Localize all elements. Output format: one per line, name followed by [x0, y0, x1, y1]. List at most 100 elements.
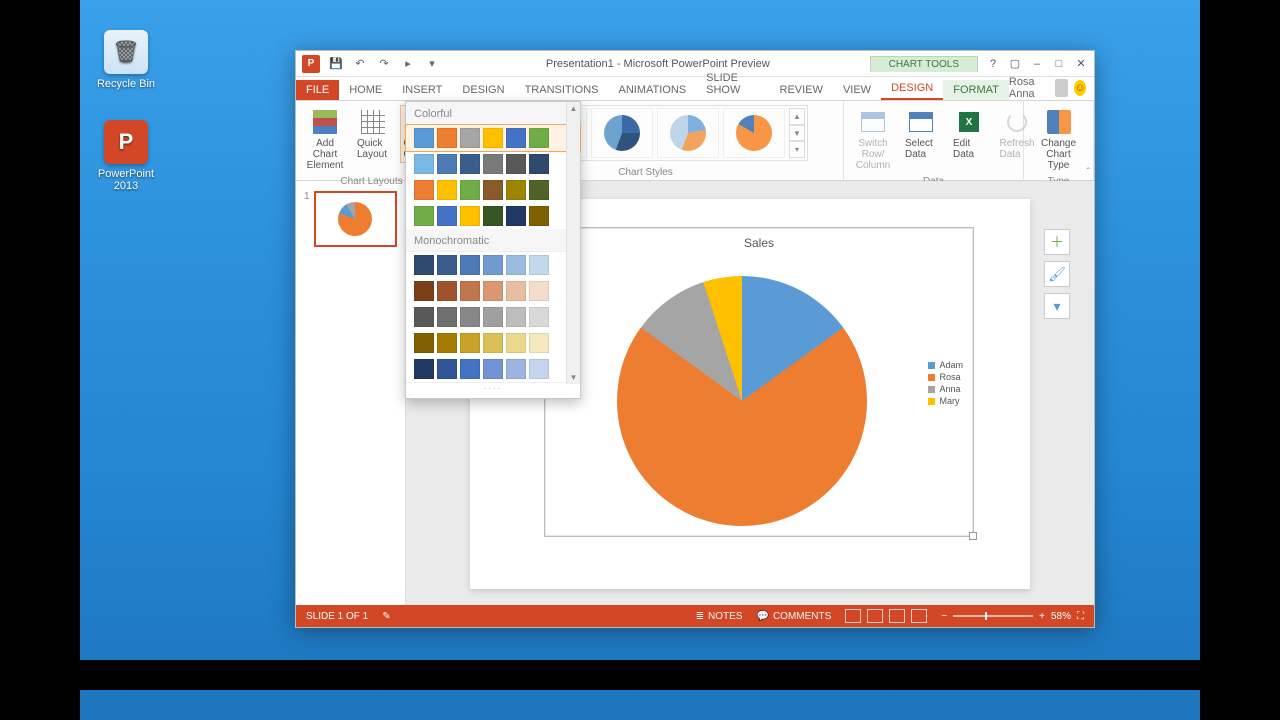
chart-styles-button[interactable]: 🖌	[1044, 261, 1070, 287]
change-type-label: Change Chart Type	[1037, 138, 1080, 171]
color-swatch	[483, 333, 503, 353]
chart-style-3[interactable]	[591, 108, 653, 158]
fit-to-window-icon[interactable]: ⛶	[1077, 611, 1084, 622]
color-swatch	[460, 307, 480, 327]
change-colors-dropdown: Colorful Monochromatic ···· ▲ ▼	[405, 101, 581, 399]
zoom-slider[interactable]	[953, 615, 1033, 617]
color-scheme-option[interactable]	[406, 125, 580, 151]
tab-chart-design[interactable]: DESIGN	[881, 78, 943, 100]
gallery-expand-icon[interactable]: ▾	[789, 141, 805, 158]
reading-view-icon[interactable]	[889, 609, 905, 623]
slide-thumbnail-1[interactable]	[314, 191, 397, 247]
color-swatch	[460, 180, 480, 200]
tab-home[interactable]: HOME	[339, 80, 392, 100]
color-scheme-option[interactable]	[406, 356, 580, 382]
avatar[interactable]	[1055, 79, 1068, 97]
recycle-label: Recycle Bin	[86, 78, 166, 90]
quick-layout-button[interactable]: Quick Layout	[352, 105, 394, 163]
color-swatch	[414, 307, 434, 327]
change-chart-type-button[interactable]: Change Chart Type	[1032, 105, 1085, 174]
color-swatch	[437, 154, 457, 174]
tab-animations[interactable]: ANIMATIONS	[609, 80, 697, 100]
status-spellcheck-icon[interactable]: ✎	[382, 611, 390, 622]
color-swatch	[460, 281, 480, 301]
color-scheme-option[interactable]	[406, 203, 580, 229]
ppt-shortcut-label: PowerPoint 2013	[86, 168, 166, 192]
color-scheme-option[interactable]	[406, 304, 580, 330]
tab-file[interactable]: FILE	[296, 80, 339, 100]
context-tab-header: CHART TOOLS	[870, 56, 978, 72]
color-scheme-option[interactable]	[406, 252, 580, 278]
color-swatch	[414, 180, 434, 200]
qat-save-icon[interactable]: 💾	[328, 56, 344, 72]
qat-undo-icon[interactable]: ↶	[352, 56, 368, 72]
gallery-scroll-up-icon[interactable]: ▲	[789, 108, 805, 125]
notes-button[interactable]: ≣ NOTES	[696, 611, 743, 622]
ribbon: Add Chart Element Quick Layout Change Co…	[296, 101, 1094, 181]
ribbon-options-icon[interactable]: ▢	[1006, 56, 1024, 72]
palette-resize-grip[interactable]: ····	[406, 382, 580, 394]
tab-transitions[interactable]: TRANSITIONS	[515, 80, 609, 100]
help-icon[interactable]: ?	[984, 56, 1002, 72]
switch-row-column-button[interactable]: Switch Row/ Column	[852, 105, 894, 174]
normal-view-icon[interactable]	[845, 609, 861, 623]
color-scheme-option[interactable]	[406, 177, 580, 203]
close-icon[interactable]: ✕	[1072, 56, 1090, 72]
chart-filters-button[interactable]: ▾	[1044, 293, 1070, 319]
slideshow-view-icon[interactable]	[911, 609, 927, 623]
color-swatch	[437, 180, 457, 200]
zoom-level: 58%	[1051, 611, 1071, 622]
color-scheme-option[interactable]	[406, 151, 580, 177]
maximize-icon[interactable]: □	[1050, 56, 1068, 72]
select-data-label: Select Data	[905, 138, 937, 160]
tab-view[interactable]: VIEW	[833, 80, 881, 100]
chart-elements-button[interactable]: ＋	[1044, 229, 1070, 255]
chart-object[interactable]: Sales AdamRosaAnnaMary	[544, 227, 974, 537]
color-swatch	[529, 333, 549, 353]
color-swatch	[414, 359, 434, 379]
color-swatch	[483, 206, 503, 226]
chart-title: Sales	[545, 228, 973, 250]
color-swatch	[529, 255, 549, 275]
palette-scroll-up-icon[interactable]: ▲	[567, 102, 580, 115]
zoom-out-icon[interactable]: −	[941, 611, 947, 622]
tab-design-main[interactable]: DESIGN	[452, 80, 514, 100]
palette-scroll-down-icon[interactable]: ▼	[567, 371, 580, 384]
legend-label: Mary	[939, 396, 959, 406]
select-data-button[interactable]: Select Data	[900, 105, 942, 163]
qat-start-show-icon[interactable]: ▸	[400, 56, 416, 72]
switch-icon	[861, 112, 885, 132]
color-swatch	[483, 307, 503, 327]
comments-button[interactable]: 💬 COMMENTS	[757, 611, 832, 622]
legend-item: Anna	[928, 384, 963, 394]
color-swatch	[529, 206, 549, 226]
tab-insert[interactable]: INSERT	[392, 80, 452, 100]
qat-redo-icon[interactable]: ↷	[376, 56, 392, 72]
color-swatch	[506, 128, 526, 148]
chart-style-4[interactable]	[657, 108, 719, 158]
legend-item: Adam	[928, 360, 963, 370]
color-swatch	[506, 359, 526, 379]
minimize-icon[interactable]: –	[1028, 56, 1046, 72]
color-swatch	[437, 333, 457, 353]
tab-review[interactable]: REVIEW	[770, 80, 833, 100]
desktop-recycle-bin[interactable]: 🗑 Recycle Bin	[86, 30, 166, 90]
color-scheme-option[interactable]	[406, 330, 580, 356]
tab-chart-format[interactable]: FORMAT	[943, 80, 1009, 100]
feedback-icon[interactable]: ☺	[1074, 80, 1086, 96]
ribbon-collapse-icon[interactable]: ˆ	[1087, 167, 1090, 178]
legend-item: Mary	[928, 396, 963, 406]
gallery-scroll-down-icon[interactable]: ▼	[789, 125, 805, 142]
status-bar: SLIDE 1 OF 1 ✎ ≣ NOTES 💬 COMMENTS − + 58…	[296, 605, 1094, 627]
desktop-powerpoint-shortcut[interactable]: P PowerPoint 2013	[86, 120, 166, 192]
change-type-icon	[1047, 110, 1071, 134]
qat-customize-icon[interactable]: ▾	[424, 56, 440, 72]
edit-data-button[interactable]: X Edit Data	[948, 105, 990, 163]
bar-chart-icon	[313, 110, 337, 134]
chart-style-5[interactable]	[723, 108, 785, 158]
add-chart-element-button[interactable]: Add Chart Element	[304, 105, 346, 174]
color-scheme-option[interactable]	[406, 278, 580, 304]
sorter-view-icon[interactable]	[867, 609, 883, 623]
zoom-in-icon[interactable]: +	[1039, 611, 1045, 622]
tab-slideshow[interactable]: SLIDE SHOW	[696, 68, 769, 100]
